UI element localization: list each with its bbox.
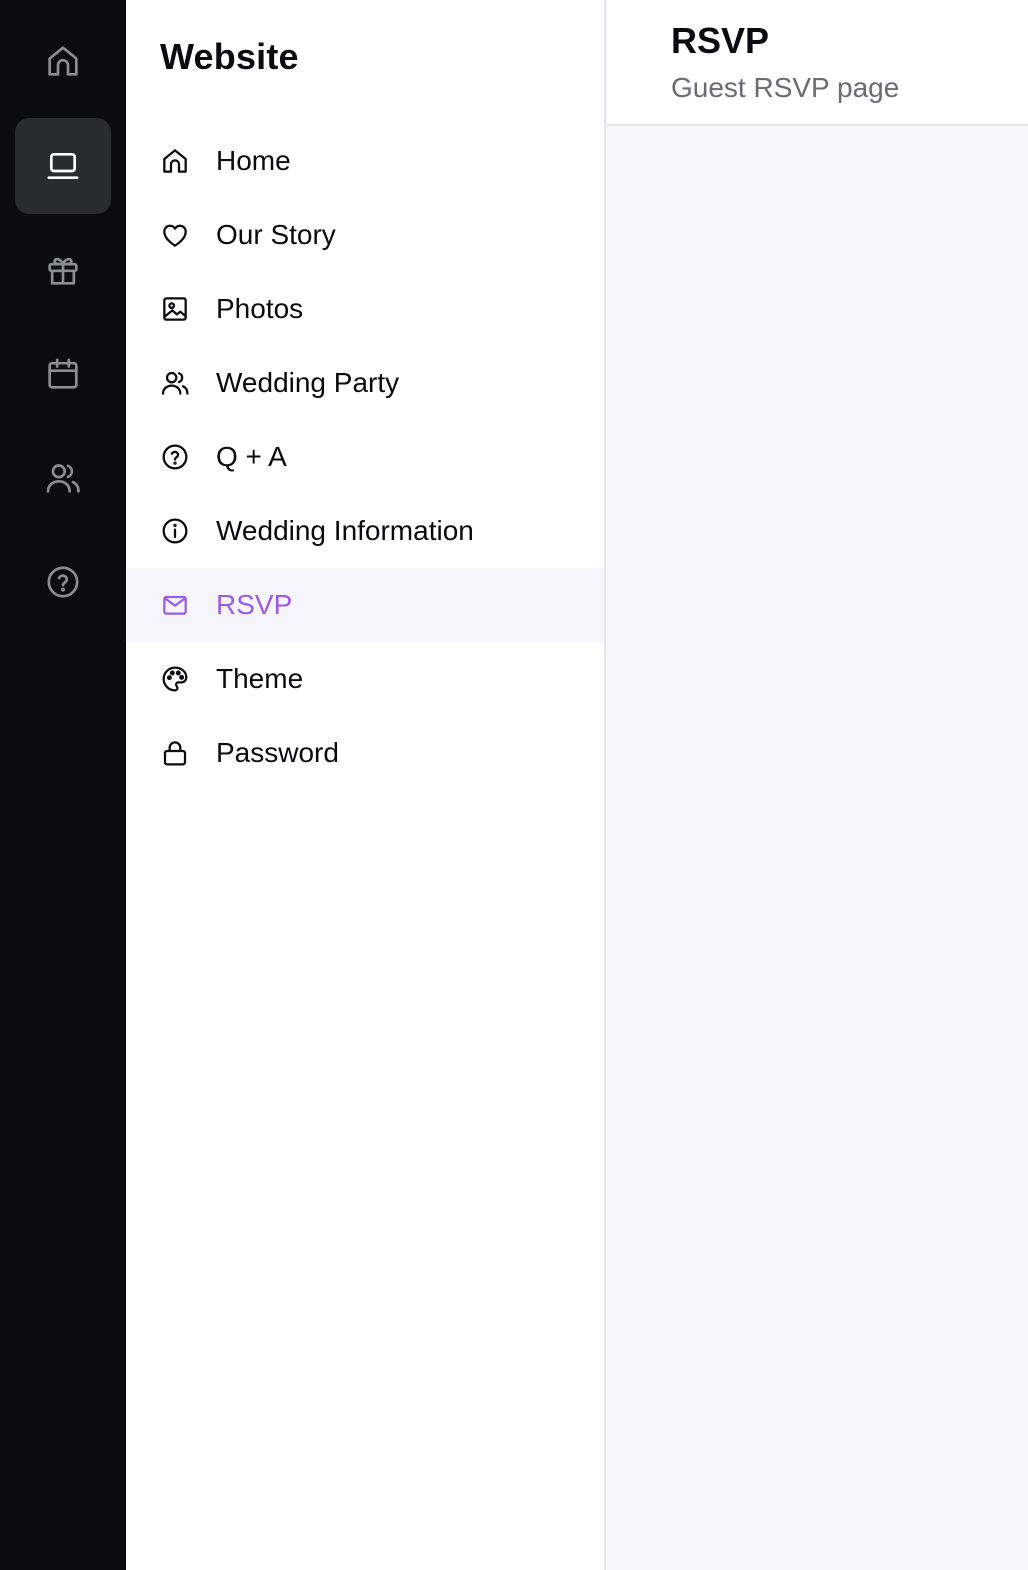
sidebar-item-label: Password: [216, 737, 339, 768]
rail-help-button[interactable]: [15, 534, 111, 630]
sidebar-item-photos[interactable]: Photos: [126, 272, 604, 346]
info-icon: [159, 515, 191, 547]
lock-icon: [159, 737, 191, 769]
sidebar-item-label: Q + A: [216, 441, 287, 472]
sidebar-item-label: Wedding Information: [216, 515, 474, 546]
home-icon: [48, 46, 78, 76]
heart-icon: [159, 219, 191, 251]
sidebar-item-wedding-information[interactable]: Wedding Information: [126, 494, 604, 568]
sidebar-item-label: Photos: [216, 293, 304, 324]
rail-calendar-button[interactable]: [15, 326, 111, 422]
sidebar-item-label: Our Story: [216, 219, 336, 250]
image-icon: [159, 293, 191, 325]
users-icon: [159, 367, 191, 399]
sidebar-item-label: Theme: [216, 663, 304, 694]
home-icon: [159, 145, 191, 177]
rail-website-button[interactable]: [15, 118, 111, 214]
rail-registry-button[interactable]: [15, 222, 111, 318]
laptop-icon: [47, 153, 79, 179]
app-rail: [0, 0, 126, 1570]
users-icon: [46, 464, 80, 493]
mail-icon: [159, 589, 191, 621]
main-content: [607, 126, 1028, 1570]
sidebar-item-password[interactable]: Password: [126, 716, 604, 790]
page-title: RSVP: [671, 20, 770, 61]
rail-guests-button[interactable]: [15, 430, 111, 526]
gift-icon: [48, 257, 78, 285]
sidebar-item-label: Home: [216, 145, 291, 176]
sidebar-item-wedding-party[interactable]: Wedding Party: [126, 346, 604, 420]
calendar-icon: [48, 358, 78, 389]
help-circle-icon: [47, 566, 79, 598]
page-header: RSVP Guest RSVP page: [607, 0, 1028, 126]
sidebar-item-qa[interactable]: Q + A: [126, 420, 604, 494]
sidebar-item-label: Wedding Party: [216, 367, 400, 398]
website-sidebar: Website Home Our Story Photos Wedding Pa…: [126, 0, 606, 1570]
sidebar-item-rsvp[interactable]: RSVP: [126, 568, 604, 642]
sidebar-title: Website: [160, 36, 299, 77]
rail-home-button[interactable]: [15, 13, 111, 109]
sidebar-item-theme[interactable]: Theme: [126, 642, 604, 716]
sidebar-item-our-story[interactable]: Our Story: [126, 198, 604, 272]
palette-icon: [159, 663, 191, 695]
page-subtitle: Guest RSVP page: [671, 72, 900, 103]
sidebar-item-home[interactable]: Home: [126, 124, 604, 198]
sidebar-item-label: RSVP: [216, 589, 293, 620]
help-circle-icon: [159, 441, 191, 473]
